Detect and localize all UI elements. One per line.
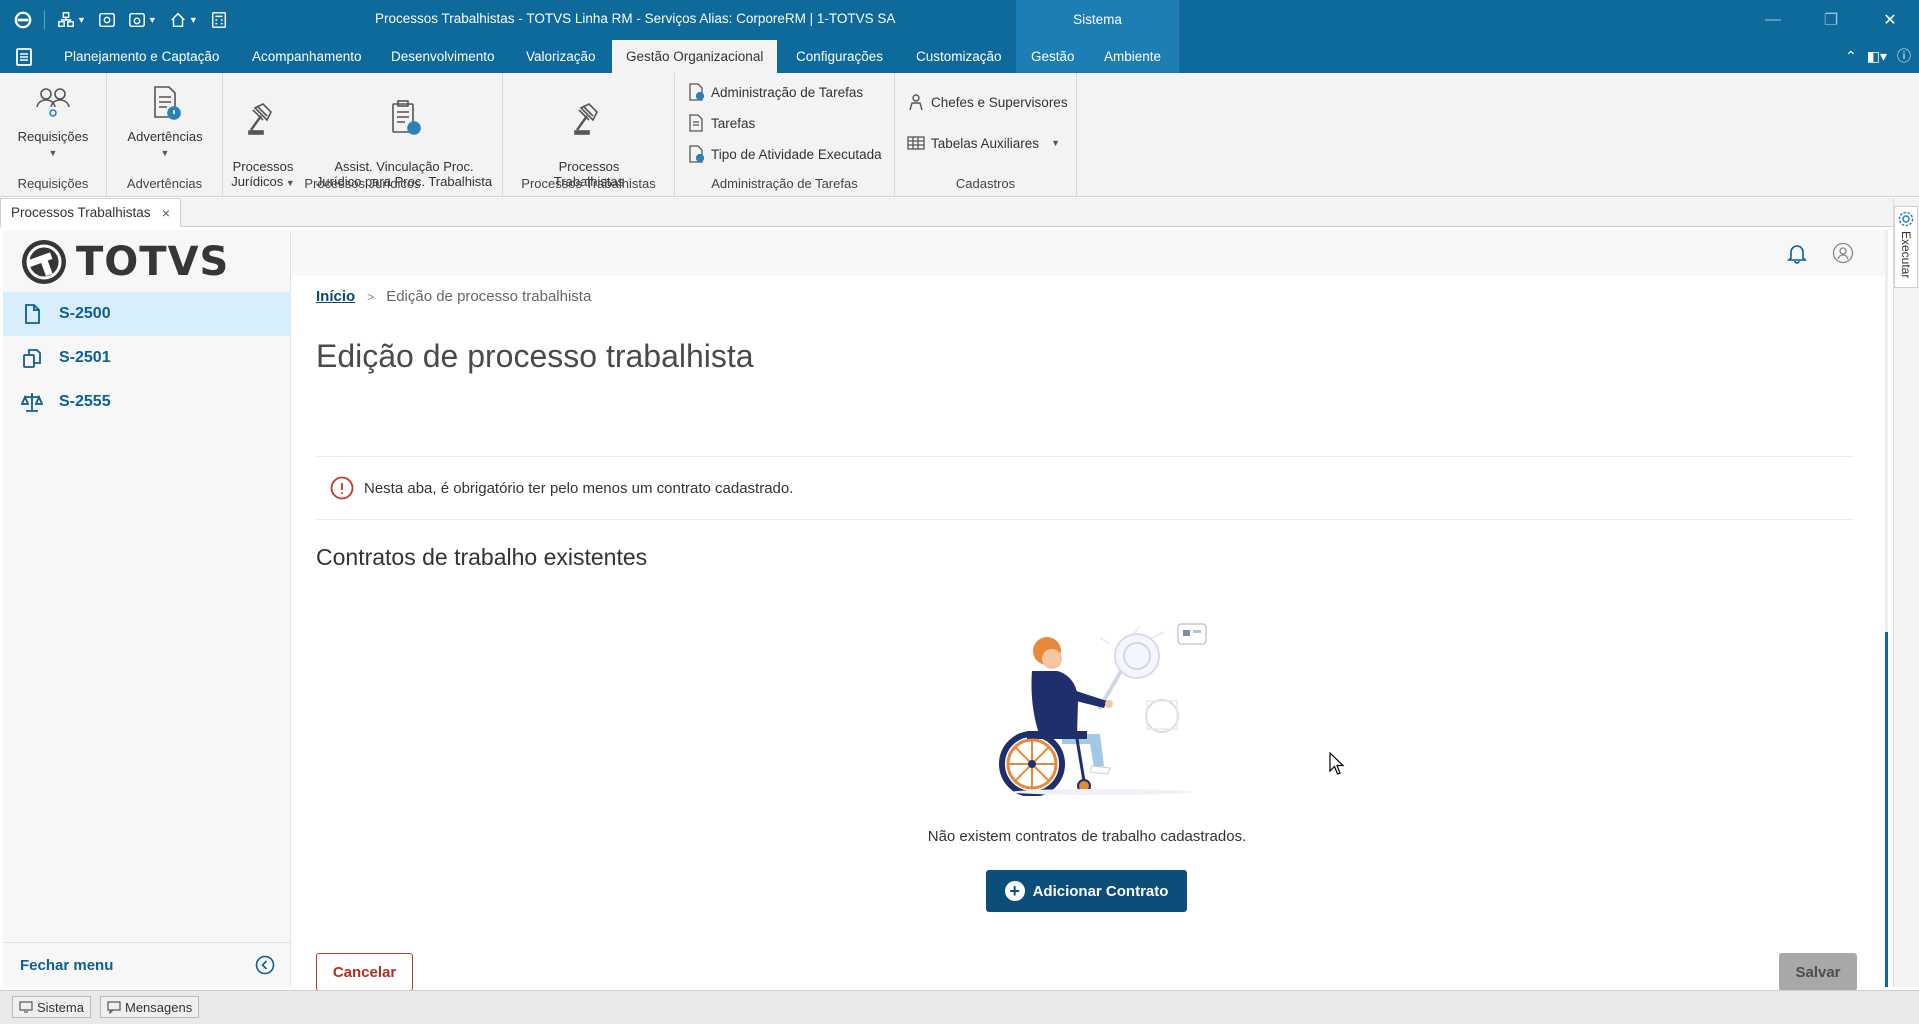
menu-acompanhamento[interactable]: Acompanhamento	[238, 40, 376, 73]
copy-icon	[23, 349, 41, 368]
collapse-ribbon-icon[interactable]: ⌃	[1845, 48, 1857, 65]
restore-icon[interactable]: ❐	[1813, 8, 1849, 32]
view-icon[interactable]	[94, 8, 120, 32]
breadcrumb-current: Edição de processo trabalhista	[386, 288, 592, 305]
monitor-icon	[19, 1001, 33, 1013]
ribbon-group-cadastros: Chefes e Supervisores Tabelas Auxiliares…	[895, 73, 1077, 197]
tabelas-auxiliares-button[interactable]: Tabelas Auxiliares ▼	[907, 134, 1060, 152]
quick-access-toolbar: ▼ ▼ ▼	[10, 8, 232, 32]
page-title: Edição de processo trabalhista	[316, 338, 754, 374]
tab-close-icon[interactable]: ×	[162, 199, 170, 227]
menu-bar: Planejamento e Captação Acompanhamento D…	[0, 40, 1919, 73]
mouse-cursor-icon	[1329, 752, 1345, 775]
ribbon-group-processos-juridicos: Processos Jurídicos ▼ Assist. Vinculação…	[223, 73, 503, 197]
menu-gestao-organizacional[interactable]: Gestão Organizacional	[612, 40, 778, 73]
task-admin-icon	[689, 83, 705, 101]
main-content: Início > Edição de processo trabalhista …	[292, 276, 1888, 991]
breadcrumb: Início > Edição de processo trabalhista	[316, 288, 591, 305]
status-bar: Sistema Mensagens	[0, 990, 1919, 1024]
save-button[interactable]: Salvar	[1779, 953, 1857, 991]
nav-item-s2555[interactable]: S-2555	[3, 380, 291, 424]
totvs-logo-icon	[22, 240, 66, 284]
calculator-icon[interactable]	[206, 8, 232, 32]
alert-text: Nesta aba, é obrigatório ter pelo menos …	[364, 479, 794, 497]
menu-desenvolvimento[interactable]: Desenvolvimento	[377, 40, 509, 73]
close-menu-footer[interactable]: Fechar menu	[3, 942, 291, 987]
nav-item-s2501[interactable]: S-2501	[3, 336, 291, 380]
context-tab-sistema[interactable]: Sistema	[1016, 0, 1179, 40]
title-bar: ▼ ▼ ▼ Processos Trabalhistas - TOTVS Lin…	[0, 0, 1919, 40]
side-panel	[1893, 198, 1919, 987]
notification-bell-icon[interactable]	[1786, 242, 1808, 264]
cancel-button[interactable]: Cancelar	[316, 953, 413, 991]
ribbon-group-advertencias: Advertências ▼ Advertências	[107, 73, 223, 197]
menu-planejamento[interactable]: Planejamento e Captação	[50, 40, 233, 73]
activity-type-icon	[689, 145, 705, 163]
home-icon[interactable]: ▼	[165, 8, 202, 32]
ribbon-group-processos-trabalhistas: Processos Trabalhistas Processos Trabalh…	[503, 73, 675, 197]
status-mensagens-button[interactable]: Mensagens	[100, 996, 200, 1018]
tab-processos-trabalhistas[interactable]: Processos Trabalhistas ×	[0, 198, 181, 227]
empty-state-illustration	[999, 623, 1207, 796]
gavel-icon	[248, 103, 272, 135]
window-title: Processos Trabalhistas - TOTVS Linha RM …	[375, 11, 896, 26]
processos-juridicos-button[interactable]: Processos Jurídicos ▼	[227, 83, 299, 191]
tarefas-button[interactable]: Tarefas	[687, 114, 755, 132]
advertencias-button[interactable]: Advertências ▼	[117, 83, 213, 161]
app-logo-icon[interactable]	[10, 8, 36, 32]
ribbon-group-administracao-tarefas: Administração de Tarefas Tarefas Tipo de…	[675, 73, 895, 197]
executar-button[interactable]: Executar	[1894, 206, 1918, 288]
section-title: Contratos de trabalho existentes	[316, 544, 648, 570]
menu-ambiente[interactable]: Ambiente	[1090, 40, 1179, 73]
document-tab-strip: Processos Trabalhistas ×	[0, 198, 1919, 227]
breadcrumb-separator: >	[367, 289, 375, 304]
collapse-left-icon[interactable]	[255, 955, 275, 975]
requisicoes-button[interactable]: Requisições ▼	[10, 83, 96, 161]
side-menu: TOTVS S-2500 S-2501 S-2555 Fechar menu	[3, 230, 291, 987]
document-icon	[25, 304, 40, 324]
clipboard-link-icon	[392, 100, 421, 135]
message-icon	[107, 1001, 121, 1014]
task-icon	[689, 114, 703, 132]
menu-gestao[interactable]: Gestão	[1016, 40, 1090, 73]
plus-icon: +	[1004, 881, 1025, 901]
app-header	[292, 230, 1888, 276]
info-alert-icon	[330, 476, 354, 500]
document-alert-icon	[154, 86, 181, 120]
person-icon	[909, 94, 923, 111]
window-icon[interactable]: ▼	[124, 8, 161, 32]
required-contract-alert: Nesta aba, é obrigatório ter pelo menos …	[316, 456, 1854, 520]
user-avatar-icon[interactable]	[1832, 242, 1854, 264]
connections-icon[interactable]: ▼	[53, 8, 90, 32]
tipo-atividade-button[interactable]: Tipo de Atividade Executada	[687, 145, 882, 163]
menu-customizacao[interactable]: Customização	[902, 40, 1016, 73]
app-menu-icon[interactable]	[10, 40, 38, 73]
table-icon	[907, 136, 925, 150]
empty-state-text: Não existem contratos de trabalho cadast…	[927, 828, 1247, 845]
close-menu-label[interactable]: Fechar menu	[20, 957, 113, 974]
breadcrumb-home-link[interactable]: Início	[316, 288, 355, 305]
add-contract-button[interactable]: + Adicionar Contrato	[986, 870, 1187, 912]
minimize-icon[interactable]: —	[1755, 8, 1791, 32]
nav-item-s2500[interactable]: S-2500	[3, 292, 291, 336]
ribbon: Requisições ▼ Requisições Advertências ▼ A…	[0, 73, 1919, 197]
people-icon	[36, 88, 70, 117]
scrollbar-thumb[interactable]	[1885, 632, 1888, 987]
processos-trabalhistas-button[interactable]: Processos Trabalhistas	[539, 83, 639, 189]
assist-vinculacao-button[interactable]: Assist. Vinculação Proc. Jurídico para P…	[309, 83, 499, 189]
chefes-supervisores-button[interactable]: Chefes e Supervisores	[907, 93, 1068, 111]
gear-icon	[1898, 211, 1914, 227]
administracao-tarefas-button[interactable]: Administração de Tarefas	[687, 83, 863, 101]
gavel-icon	[574, 103, 598, 135]
menu-valorizacao[interactable]: Valorização	[512, 40, 610, 73]
help-icon[interactable]: ⓘ	[1897, 46, 1911, 66]
scale-icon	[21, 393, 43, 412]
status-sistema-button[interactable]: Sistema	[12, 996, 91, 1018]
totvs-logo: TOTVS	[20, 238, 229, 286]
layout-icon[interactable]: ◧▾	[1867, 48, 1887, 65]
menu-configuracoes[interactable]: Configurações	[782, 40, 897, 73]
ribbon-group-requisicoes: Requisições ▼ Requisições	[0, 73, 107, 197]
close-icon[interactable]: ✕	[1872, 8, 1908, 32]
